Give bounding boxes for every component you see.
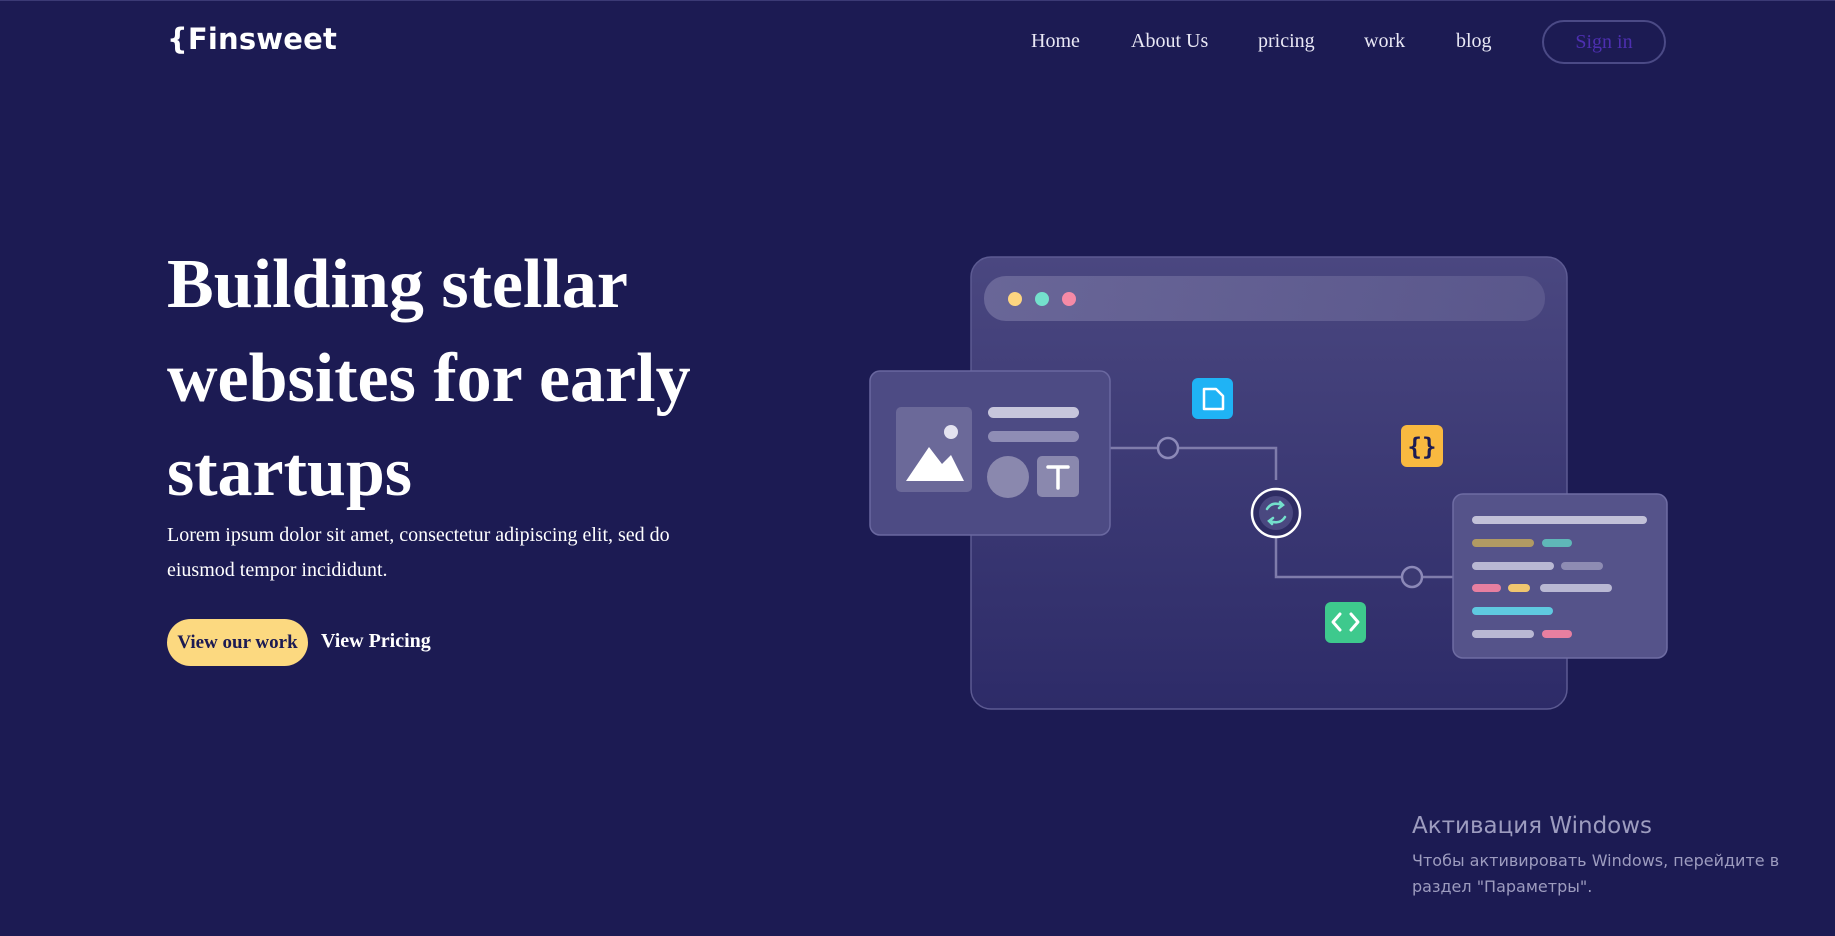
hero-illustration: {} (869, 256, 1668, 710)
windows-activation-text: Чтобы активировать Windows, перейдите в … (1412, 851, 1780, 896)
sync-icon (1250, 487, 1302, 539)
braces-icon: {} (1401, 425, 1443, 467)
nav-blog[interactable]: blog (1456, 30, 1492, 53)
top-border (0, 0, 1835, 1)
code-icon (1325, 602, 1366, 643)
hero-subtitle: Lorem ipsum dolor sit amet, consectetur … (167, 524, 670, 581)
connector-node (1400, 565, 1424, 589)
nav-work[interactable]: work (1364, 30, 1405, 53)
window-dot-yellow (1008, 292, 1022, 306)
image-card (869, 370, 1111, 536)
code-card (1452, 493, 1668, 659)
sign-in-button[interactable]: Sign in (1542, 20, 1666, 64)
logo[interactable]: {Finsweet (167, 22, 337, 56)
nav-home[interactable]: Home (1031, 30, 1080, 53)
hero-title: Building stellar websites for early star… (167, 246, 691, 511)
svg-text:{}: {} (1408, 433, 1437, 461)
view-pricing-link[interactable]: View Pricing (321, 630, 431, 653)
document-icon (1192, 378, 1233, 419)
windows-activation-title: Активация Windows (1412, 813, 1653, 839)
view-our-work-button[interactable]: View our work (167, 619, 308, 666)
window-dot-teal (1035, 292, 1049, 306)
text-tool-icon (1037, 456, 1079, 497)
connector-node (1156, 436, 1180, 460)
nav-pricing[interactable]: pricing (1258, 30, 1315, 53)
window-dot-pink (1062, 292, 1076, 306)
nav-about-us[interactable]: About Us (1131, 30, 1208, 53)
